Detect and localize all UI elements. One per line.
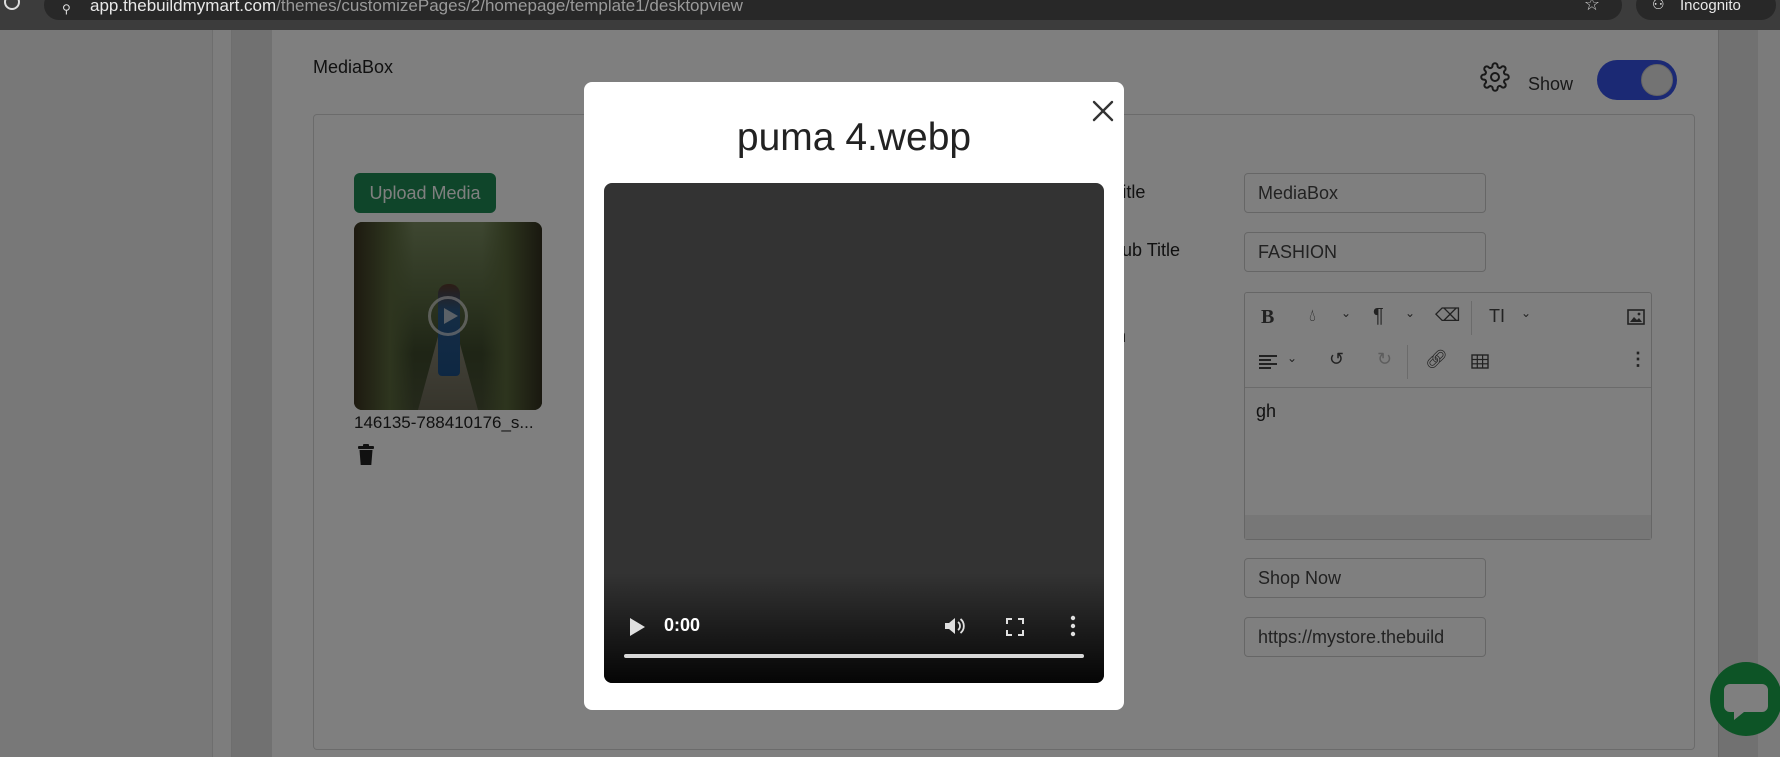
incognito-icon: ⚇ bbox=[1652, 0, 1665, 12]
fullscreen-icon[interactable] bbox=[1006, 618, 1024, 636]
address-bar[interactable]: ⚲ app.thebuildmymart.com/themes/customiz… bbox=[44, 0, 1622, 20]
video-preview-modal: puma 4.webp 0:00 bbox=[584, 82, 1124, 710]
browser-bar: ⚲ app.thebuildmymart.com/themes/customiz… bbox=[0, 0, 1780, 30]
site-info-icon[interactable]: ⚲ bbox=[62, 2, 71, 16]
url-text: app.thebuildmymart.com/themes/customizeP… bbox=[90, 0, 743, 15]
close-icon[interactable] bbox=[1088, 96, 1118, 126]
play-icon[interactable] bbox=[628, 617, 646, 637]
bookmark-star-icon[interactable]: ☆ bbox=[1584, 0, 1600, 15]
incognito-label: Incognito bbox=[1680, 0, 1741, 14]
video-time: 0:00 bbox=[664, 615, 701, 635]
modal-title: puma 4.webp bbox=[736, 116, 972, 159]
reload-icon[interactable] bbox=[4, 0, 20, 10]
incognito-badge[interactable]: ⚇ Incognito bbox=[1636, 0, 1776, 20]
video-progress-bar[interactable] bbox=[624, 654, 1084, 658]
video-player[interactable]: 0:00 bbox=[604, 183, 1104, 683]
more-options-icon[interactable] bbox=[1070, 615, 1076, 637]
volume-icon[interactable] bbox=[944, 616, 966, 636]
